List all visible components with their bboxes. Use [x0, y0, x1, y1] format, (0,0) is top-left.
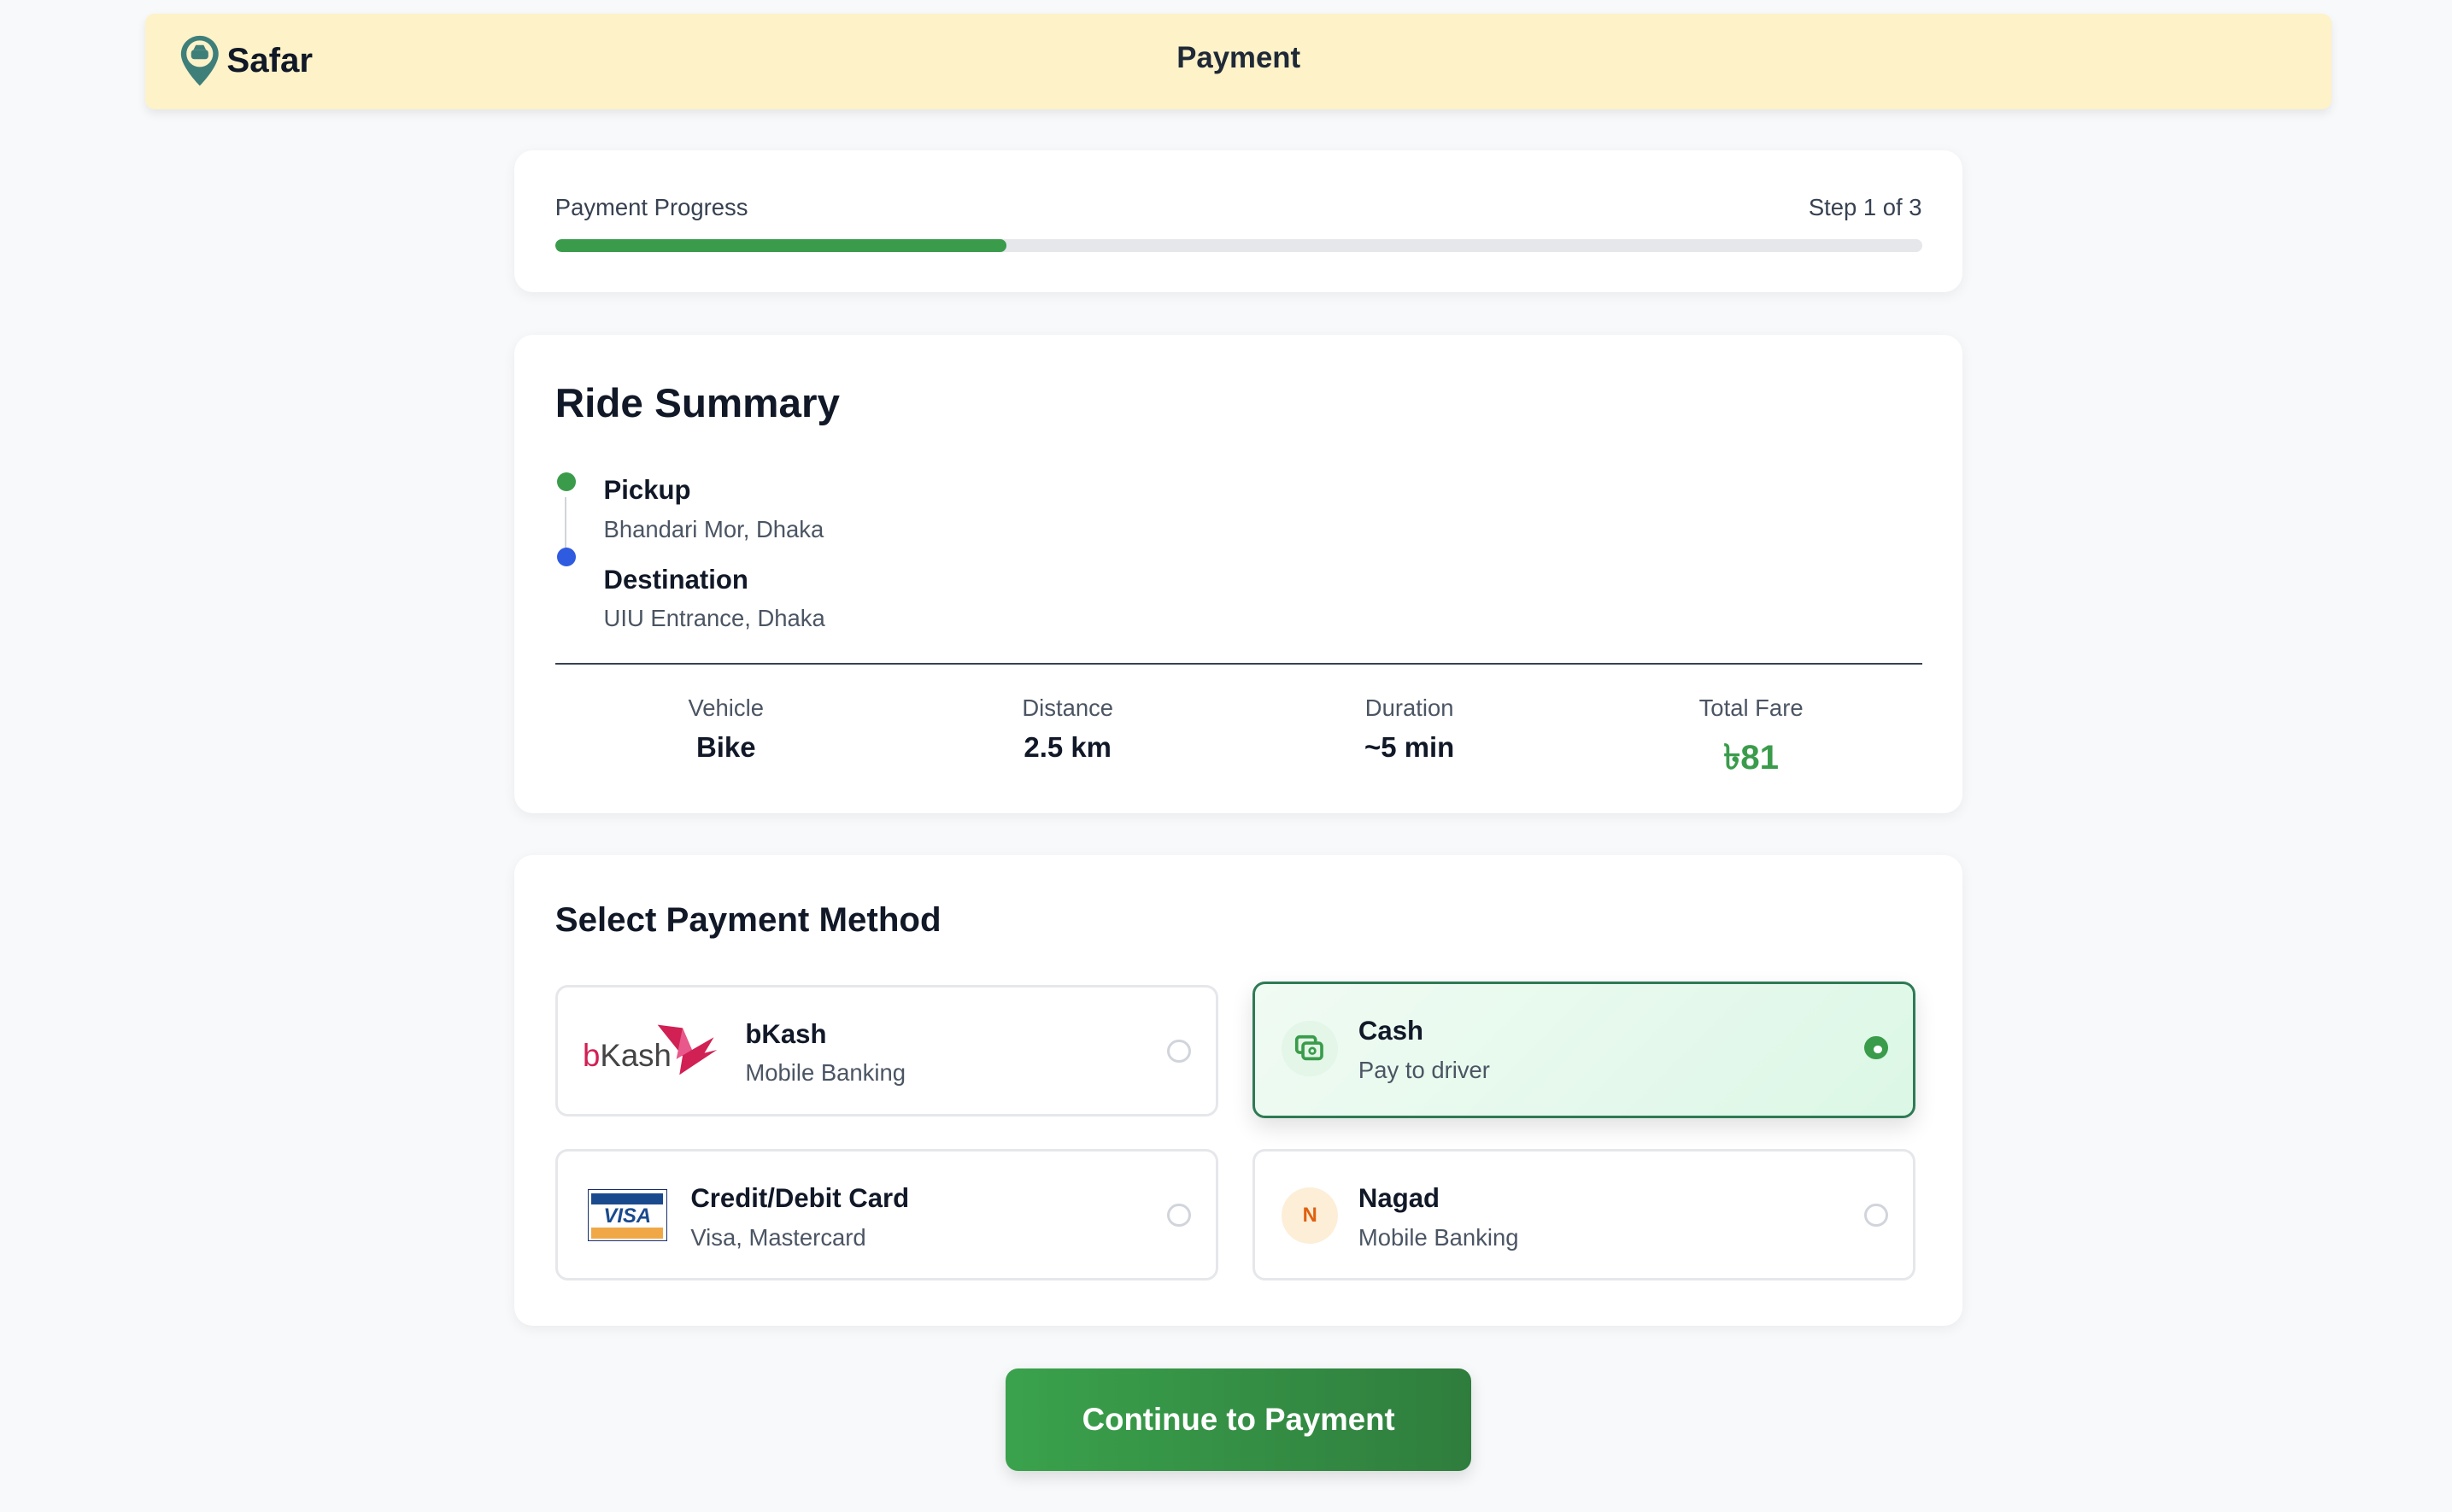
ride-summary-card: Ride Summary Pickup Bhandari Mor, Dhaka …: [514, 334, 1963, 813]
stat-value: ~5 min: [1364, 730, 1455, 763]
stat-label: Distance: [1022, 694, 1114, 721]
payment-option-nagad[interactable]: N Nagad Mobile Banking: [1252, 1149, 1916, 1281]
option-subtitle: Mobile Banking: [745, 1059, 906, 1087]
destination-value: UIU Entrance, Dhaka: [603, 605, 825, 632]
pickup-dot-icon: [556, 472, 576, 491]
progress-bar: [554, 239, 1922, 252]
ride-summary-title: Ride Summary: [554, 380, 840, 426]
radio-card[interactable]: [1167, 1203, 1191, 1228]
option-title: Cash: [1358, 1016, 1423, 1046]
option-title: Credit/Debit Card: [690, 1182, 910, 1213]
bkash-bird-icon: [657, 1025, 718, 1075]
option-title: bKash: [745, 1018, 827, 1049]
payment-option-cash[interactable]: Cash Pay to driver: [1252, 982, 1916, 1118]
divider: [554, 663, 1922, 665]
route-line: [564, 497, 566, 554]
payment-method-title: Select Payment Method: [554, 900, 941, 940]
radio-cash-selected[interactable]: [1864, 1035, 1888, 1060]
stat-value: 2.5 km: [1024, 730, 1112, 763]
pickup-value: Bhandari Mor, Dhaka: [603, 516, 824, 543]
option-subtitle: Visa, Mastercard: [690, 1223, 866, 1251]
pickup-label: Pickup: [603, 475, 691, 506]
bkash-logo: bKash: [583, 1022, 724, 1081]
cash-icon: [1282, 1020, 1339, 1077]
total-fare-value: ৳81: [1723, 737, 1780, 777]
stat-total-fare: Total Fare ৳81: [1581, 694, 1922, 788]
payment-option-card[interactable]: VISA Credit/Debit Card Visa, Mastercard: [554, 1149, 1218, 1281]
progress-card: Payment Progress Step 1 of 3: [514, 149, 1963, 293]
progress-label: Payment Progress: [554, 193, 748, 220]
stat-vehicle: Vehicle Bike: [555, 694, 897, 788]
destination-label: Destination: [603, 564, 748, 595]
stat-label: Total Fare: [1698, 694, 1804, 721]
stat-value: Bike: [695, 730, 756, 763]
ride-stats: Vehicle Bike Distance 2.5 km Duration ~5 mi…: [555, 694, 1922, 788]
stat-distance: Distance 2.5 km: [897, 694, 1239, 788]
payment-option-bkash[interactable]: bKash bKash Mobile Banking: [554, 985, 1218, 1116]
stat-label: Vehicle: [688, 694, 764, 721]
visa-logo: VISA: [587, 1189, 668, 1241]
destination-dot-icon: [556, 547, 576, 566]
option-title: Nagad: [1358, 1182, 1440, 1213]
radio-nagad[interactable]: [1864, 1203, 1888, 1228]
progress-fill: [554, 239, 1006, 252]
payment-method-card: Select Payment Method bKash bKash Mobile…: [514, 855, 1963, 1327]
stat-duration: Duration ~5 min: [1239, 694, 1581, 788]
nagad-icon: N: [1282, 1187, 1339, 1245]
continue-to-payment-button[interactable]: Continue to Payment: [1005, 1368, 1472, 1472]
top-header: Safar Payment: [145, 14, 2332, 110]
progress-step: Step 1 of 3: [1808, 193, 1922, 220]
option-subtitle: Pay to driver: [1358, 1056, 1490, 1083]
radio-bkash[interactable]: [1167, 1039, 1191, 1063]
page-title: Payment: [1176, 42, 1301, 75]
stat-label: Duration: [1364, 694, 1454, 721]
option-subtitle: Mobile Banking: [1358, 1223, 1519, 1251]
